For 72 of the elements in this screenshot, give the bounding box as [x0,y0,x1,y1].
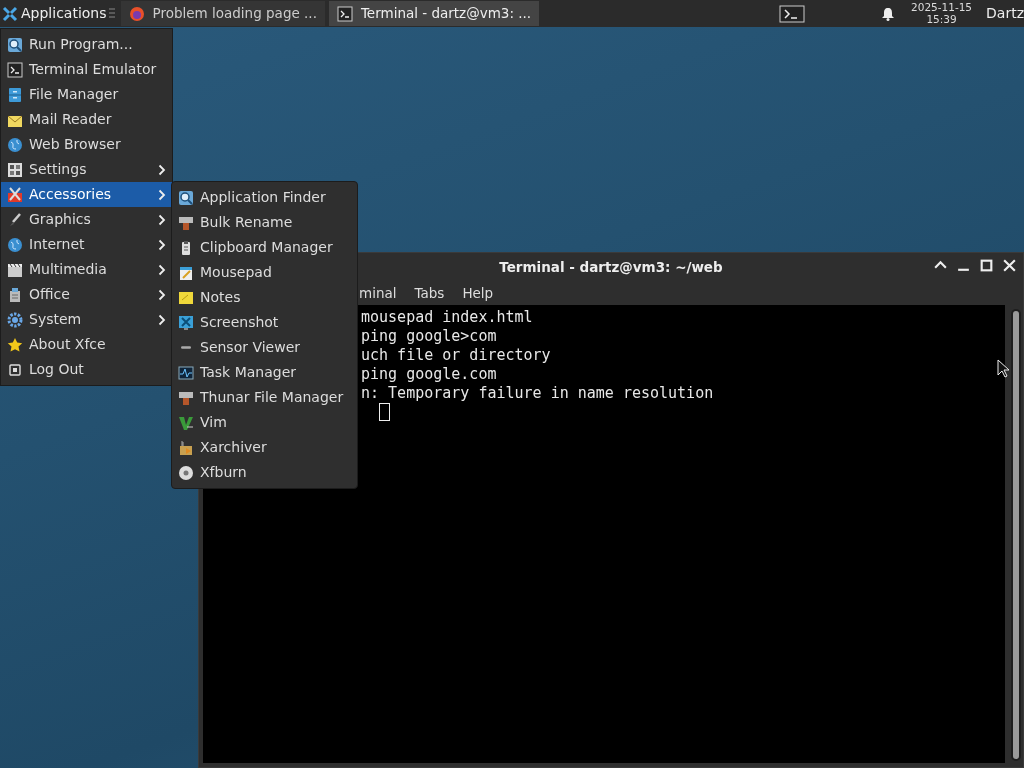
menu-item[interactable]: Xarchiver [172,435,357,460]
notification-bell-icon[interactable] [881,6,895,21]
window-title: Terminal - dartz@vm3: ~/web [499,257,723,277]
archive-icon [178,439,194,456]
menu-item[interactable]: Sensor Viewer [172,335,357,360]
activity-chart-icon [178,364,194,381]
scissors-icon [7,186,23,203]
menu-item[interactable]: Bulk Rename [172,210,357,235]
menu-item[interactable]: Notes [172,285,357,310]
tray-icon [178,389,194,406]
menu-item[interactable]: Log Out [1,357,172,382]
maximize-icon[interactable] [979,258,994,273]
menu-item[interactable]: Terminal Emulator [1,57,172,82]
menu-item[interactable]: Accessories [1,182,172,207]
vim-icon [178,414,194,431]
close-icon[interactable] [1002,258,1017,273]
menu-item[interactable]: Task Manager [172,360,357,385]
menu-item[interactable]: Internet [1,232,172,257]
mouse-pointer-icon [997,358,1009,378]
menu-item[interactable]: System [1,307,172,332]
search-icon [178,189,194,206]
logout-icon [7,361,23,378]
user-name[interactable]: Dartz [986,3,1024,24]
menu-item[interactable]: Run Program... [1,32,172,57]
menu-bar-item[interactable]: Tabs [414,282,445,304]
note-icon [178,289,194,306]
sensor-icon [181,346,191,349]
terminal-line: uch file or directory [361,346,552,365]
fox-icon [128,5,145,22]
menu-bar-item[interactable]: minal [359,282,397,304]
menu-item[interactable]: Office [1,282,172,307]
menu-item[interactable]: Vim [172,410,357,435]
menu-item[interactable]: Xfburn [172,460,357,485]
terminal-icon [336,5,353,22]
menu-item[interactable]: Graphics [1,207,172,232]
clock-date: 2025-11-15 [911,2,973,14]
menu-item[interactable]: File Manager [1,82,172,107]
menu-item[interactable]: Mousepad [172,260,357,285]
menu-item[interactable]: Multimedia [1,257,172,282]
tray-icon [178,214,194,231]
menu-item[interactable]: About Xfce [1,332,172,357]
menu-item[interactable]: Application Finder [172,185,357,210]
star-icon [7,336,23,353]
menu-item[interactable]: Mail Reader [1,107,172,132]
brush-icon [7,211,23,228]
terminal-icon [7,61,23,78]
clock-time: 15:39 [925,13,958,25]
globe-icon [7,236,23,253]
text-cursor [379,403,390,421]
terminal-line: n: Temporary failure in name resolution [361,384,715,403]
file-cabinet-icon [7,86,23,103]
xfce-logo-icon [2,5,18,22]
screenshot-icon [178,314,194,331]
menu-item[interactable]: Web Browser [1,132,172,157]
search-icon [7,36,23,53]
terminal-line: ping google.com [361,365,498,384]
terminal-line: ping google>com [361,327,498,346]
menu-item[interactable]: Screenshot [172,310,357,335]
globe-icon [7,136,23,153]
menu-item[interactable]: Thunar File Manager [172,385,357,410]
menu-item[interactable]: Settings [1,157,172,182]
clapperboard-icon [7,261,23,278]
menu-item[interactable]: Clipboard Manager [172,235,357,260]
menu-bar-item[interactable]: Help [462,282,494,304]
task-button[interactable]: Terminal - dartz@vm3: ... [328,1,540,26]
disc-icon [178,464,194,481]
notepad-icon [178,264,194,281]
terminal-line: mousepad index.html [361,308,534,327]
settings-icon [7,161,23,178]
gear-icon [7,311,23,328]
office-icon [7,286,23,303]
task-button[interactable]: Problem loading page ... [120,1,325,26]
